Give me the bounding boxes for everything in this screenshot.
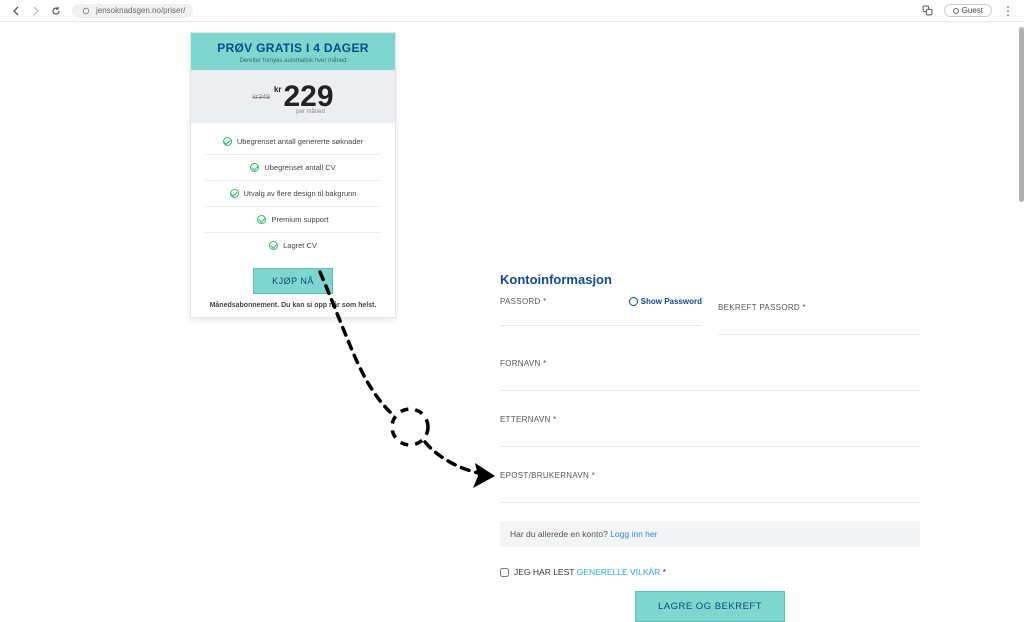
check-icon — [230, 189, 239, 198]
check-icon — [257, 215, 266, 224]
feature-item: Ubegrenset antall CV — [205, 155, 381, 181]
browser-chrome: jensoknadsgen.no/priser/ Guest ⋮ — [0, 0, 1024, 22]
show-password-text: Show Password — [641, 297, 702, 306]
firstname-label: FORNAVN * — [500, 359, 547, 368]
terms-checkbox[interactable] — [500, 568, 509, 577]
kebab-menu-icon[interactable]: ⋮ — [1002, 4, 1014, 18]
already-account-text: Har du allerede en konto? — [510, 529, 610, 539]
feature-text: Ubegrenset antall genererte søknader — [237, 137, 363, 146]
check-icon — [223, 137, 232, 146]
flow-arrow-icon — [290, 262, 520, 497]
confirm-password-field-group: BEKREFT PASSORD * — [718, 297, 920, 335]
price-block: kr349 kr 229 per måned — [191, 70, 395, 123]
eye-icon — [629, 297, 638, 306]
check-icon — [250, 163, 259, 172]
card-subtitle: Deretter fornyes automatisk hver måned — [195, 58, 391, 64]
password-label: PASSORD * — [500, 297, 547, 306]
email-field-group: EPOST/BRUKERNAVN * — [500, 465, 920, 503]
feature-text: Ubegrenset antall CV — [264, 163, 335, 172]
password-input[interactable] — [500, 306, 702, 326]
firstname-input[interactable] — [500, 371, 920, 391]
confirm-password-label: BEKREFT PASSORD * — [718, 303, 806, 312]
terms-row: JEG HAR LEST GENERELLE VILKÅR * — [500, 567, 920, 577]
password-field-group: PASSORD * Show Password — [500, 297, 702, 335]
profile-pill[interactable]: Guest — [944, 4, 992, 17]
site-info-icon — [80, 5, 92, 17]
feature-text: Lagret CV — [283, 241, 317, 250]
card-header: PRØV GRATIS I 4 DAGER Deretter fornyes a… — [191, 33, 395, 70]
account-form: Kontoinformasjon PASSORD * Show Password… — [500, 272, 920, 622]
email-input[interactable] — [500, 483, 920, 503]
lastname-input[interactable] — [500, 427, 920, 447]
reload-icon[interactable] — [50, 5, 62, 17]
currency-label: kr — [274, 85, 282, 94]
lastname-field-group: ETTERNAVN * — [500, 409, 920, 447]
translate-icon[interactable] — [922, 5, 934, 17]
profile-avatar-icon — [953, 8, 959, 14]
feature-item: Lagret CV — [205, 233, 381, 258]
scrollbar-thumb[interactable] — [1019, 27, 1024, 202]
forward-icon[interactable] — [30, 5, 42, 17]
price-value: 229 — [284, 82, 334, 112]
lastname-label: ETTERNAVN * — [500, 415, 557, 424]
confirm-password-input[interactable] — [718, 315, 920, 335]
feature-item: Ubegrenset antall genererte søknader — [205, 129, 381, 155]
url-text: jensoknadsgen.no/priser/ — [96, 6, 185, 15]
firstname-field-group: FORNAVN * — [500, 353, 920, 391]
login-link[interactable]: Logg inn her — [610, 529, 657, 539]
feature-text: Premium support — [271, 215, 328, 224]
strike-price: kr349 — [252, 94, 270, 101]
page-viewport: PRØV GRATIS I 4 DAGER Deretter fornyes a… — [0, 22, 1024, 585]
feature-item: Premium support — [205, 207, 381, 233]
email-label: EPOST/BRUKERNAVN * — [500, 471, 595, 480]
back-icon[interactable] — [10, 5, 22, 17]
show-password-toggle[interactable]: Show Password — [629, 297, 702, 306]
terms-link[interactable]: GENERELLE VILKÅR — [577, 567, 661, 577]
address-bar[interactable]: jensoknadsgen.no/priser/ — [72, 4, 193, 18]
submit-button[interactable]: LAGRE OG BEKREFT — [635, 591, 785, 622]
feature-item: Utvalg av flere design til bakgrunn — [205, 181, 381, 207]
section-title: Kontoinformasjon — [500, 272, 920, 287]
already-account-bar: Har du allerede en konto? Logg inn her — [500, 521, 920, 547]
terms-prefix: JEG HAR LEST — [514, 567, 577, 577]
feature-list: Ubegrenset antall genererte søknader Ube… — [191, 123, 395, 262]
terms-suffix: * — [660, 567, 666, 577]
profile-label: Guest — [962, 6, 983, 15]
check-icon — [269, 241, 278, 250]
feature-text: Utvalg av flere design til bakgrunn — [244, 189, 357, 198]
card-title: PRØV GRATIS I 4 DAGER — [195, 41, 391, 55]
